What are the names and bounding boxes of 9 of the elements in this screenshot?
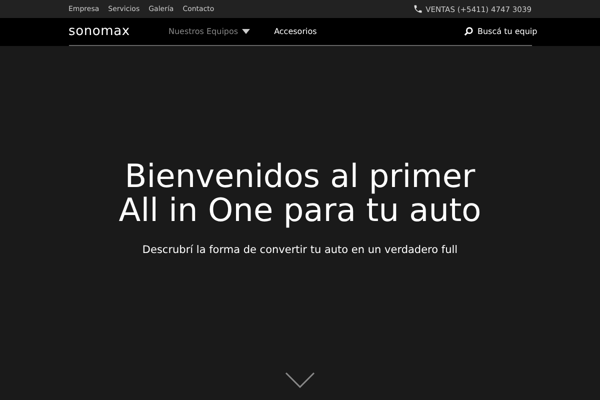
logo[interactable]: sonomax [68,24,168,39]
hero-subtitle: Descrubrí la forma de convertir tu auto en un verdadero full [142,244,458,256]
nav-link[interactable]: Accesorios [274,27,317,36]
phone-icon [412,4,423,14]
search-icon [464,27,472,36]
hero-title: Bienvenidos al primer All in One para tu auto [118,159,482,227]
chevron-down-icon[interactable] [285,372,315,388]
nav-link[interactable]: Nuestros Equipos [168,27,250,36]
search-field[interactable]: Buscá tu equip [464,27,544,36]
